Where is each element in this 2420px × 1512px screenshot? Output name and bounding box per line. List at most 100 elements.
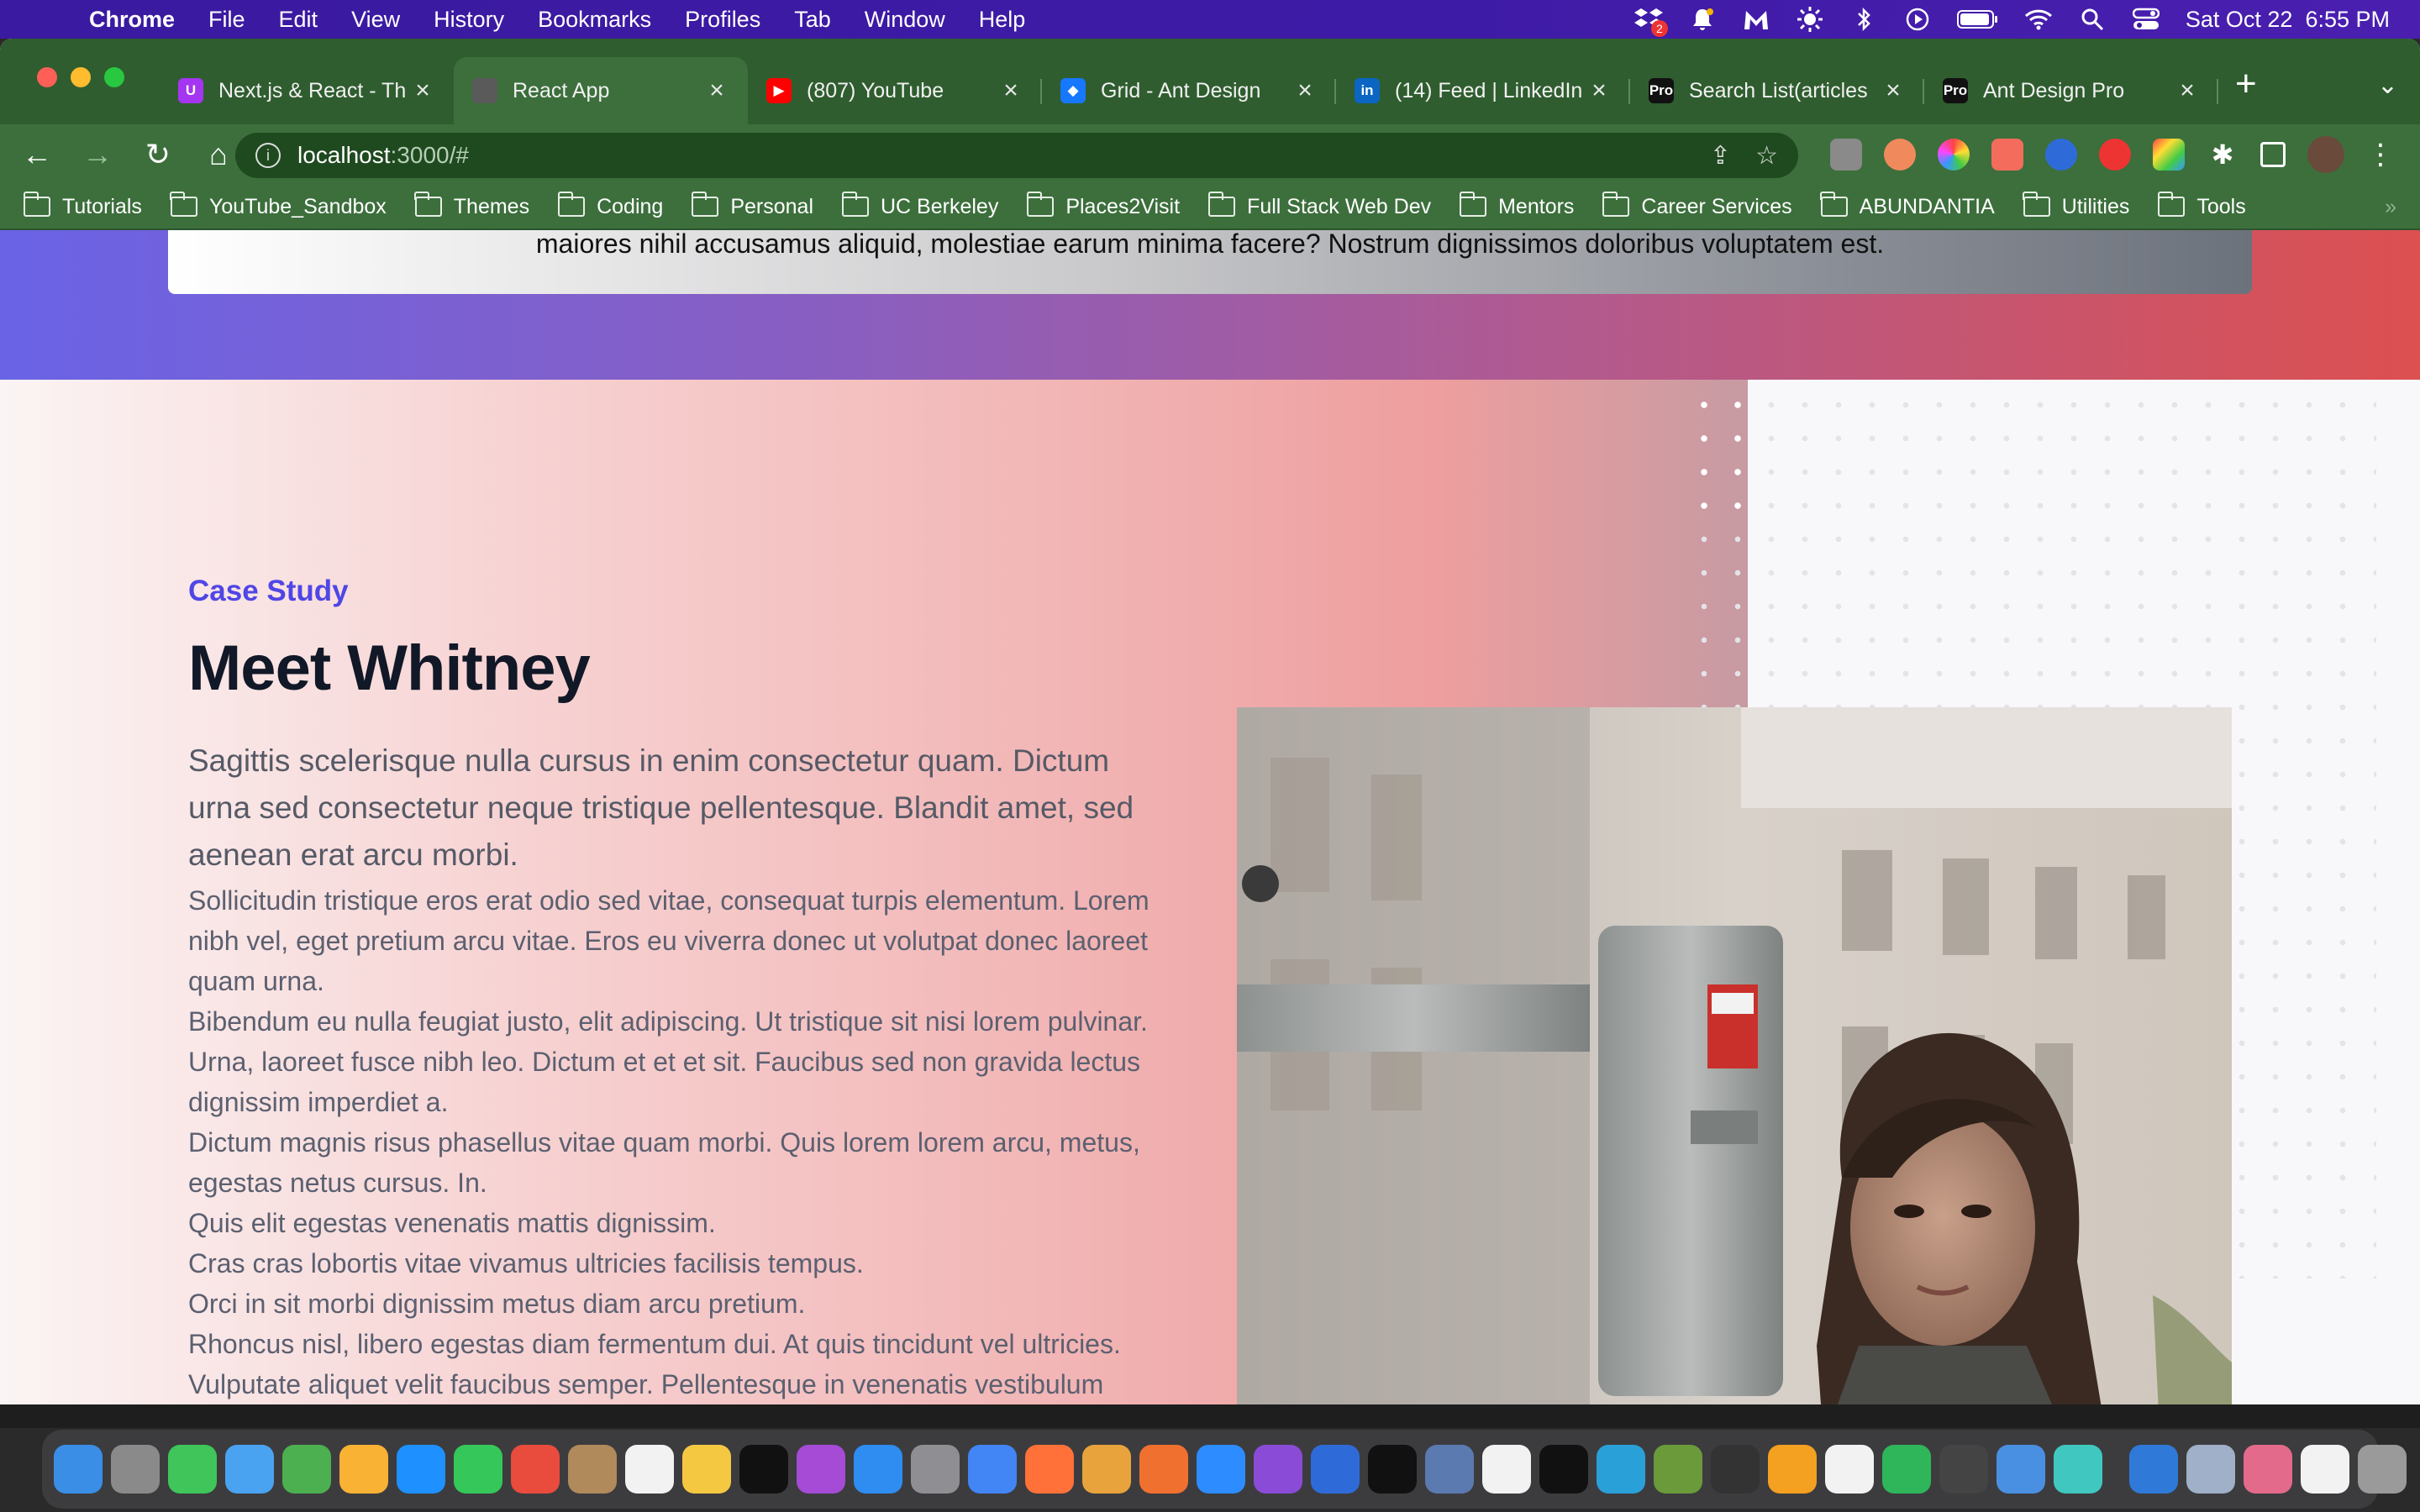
bluetooth-icon[interactable] xyxy=(1849,5,1878,34)
menu-bookmarks[interactable]: Bookmarks xyxy=(538,7,651,33)
new-tab-button[interactable]: + xyxy=(2235,66,2257,102)
back-arrow-icon[interactable]: ← xyxy=(7,137,67,172)
bookmark-folder[interactable]: Career Services xyxy=(1602,192,1792,219)
menu-history[interactable]: History xyxy=(434,7,504,33)
dock-app-icon[interactable] xyxy=(54,1445,103,1494)
bookmark-folder[interactable]: Tutorials xyxy=(23,192,142,219)
bookmark-folder[interactable]: UC Berkeley xyxy=(841,192,998,219)
menu-file[interactable]: File xyxy=(208,7,245,33)
battery-icon[interactable] xyxy=(1956,5,1999,34)
dock-app-icon[interactable] xyxy=(397,1445,445,1494)
close-tab-icon[interactable]: × xyxy=(410,76,435,105)
minimize-window-button[interactable] xyxy=(71,67,91,87)
bookmark-folder[interactable]: YouTube_Sandbox xyxy=(170,192,387,219)
dock-app-icon[interactable] xyxy=(111,1445,160,1494)
dock-app-icon[interactable] xyxy=(1996,1445,2045,1494)
dock-app-icon[interactable] xyxy=(1311,1445,1360,1494)
dock-app-icon[interactable] xyxy=(168,1445,217,1494)
dock-app-icon[interactable] xyxy=(911,1445,960,1494)
forward-arrow-icon[interactable]: → xyxy=(67,137,128,172)
notification-bell-icon[interactable] xyxy=(1688,5,1717,34)
dock-app-icon[interactable] xyxy=(2301,1445,2349,1494)
reload-icon[interactable]: ↻ xyxy=(128,137,188,172)
zoom-window-button[interactable] xyxy=(104,67,124,87)
dock-app-icon[interactable] xyxy=(1654,1445,1702,1494)
dock-app-icon[interactable] xyxy=(739,1445,788,1494)
brightness-icon[interactable] xyxy=(1796,5,1824,34)
control-center-icon[interactable] xyxy=(2132,5,2160,34)
bookmark-folder[interactable]: Mentors xyxy=(1459,192,1574,219)
close-tab-icon[interactable]: × xyxy=(1586,76,1612,105)
dock-app-icon[interactable] xyxy=(1939,1445,1988,1494)
dock-app-icon[interactable] xyxy=(225,1445,274,1494)
browser-tab[interactable]: U Next.js & React - Th × xyxy=(160,57,454,124)
close-tab-icon[interactable]: × xyxy=(998,76,1023,105)
menu-clock[interactable]: Sat Oct 22 6:55 PM xyxy=(2186,7,2390,33)
profile-avatar[interactable] xyxy=(2307,136,2344,173)
dock-app-icon[interactable] xyxy=(1254,1445,1302,1494)
dock-app-icon[interactable] xyxy=(568,1445,617,1494)
bookmark-folder[interactable]: Coding xyxy=(557,192,663,219)
menu-help[interactable]: Help xyxy=(979,7,1026,33)
dock-app-icon[interactable] xyxy=(1482,1445,1531,1494)
extensions-puzzle-icon[interactable]: ✱ xyxy=(2207,139,2238,171)
side-panel-icon[interactable] xyxy=(2260,142,2286,167)
bookmark-folder[interactable]: Full Stack Web Dev xyxy=(1207,192,1431,219)
browser-tab[interactable]: ◆ Grid - Ant Design × xyxy=(1042,57,1336,124)
browser-tab[interactable]: Pro Search List(articles × xyxy=(1630,57,1924,124)
browser-tab[interactable]: Pro Ant Design Pro × xyxy=(1924,57,2218,124)
dock-app-icon[interactable] xyxy=(2244,1445,2292,1494)
bookmark-folder[interactable]: Themes xyxy=(414,192,529,219)
menu-edit[interactable]: Edit xyxy=(279,7,318,33)
extension-icon-6[interactable] xyxy=(2099,139,2131,171)
dock-app-icon[interactable] xyxy=(2186,1445,2235,1494)
extension-icon-2[interactable] xyxy=(1884,139,1916,171)
bookmark-folder[interactable]: ABUNDANTIA xyxy=(1820,192,1995,219)
dock-app-icon[interactable] xyxy=(2129,1445,2178,1494)
tab-search-chevron-icon[interactable]: ⌄ xyxy=(2377,71,2398,100)
video-extension-icon[interactable] xyxy=(1991,139,2023,171)
dock-app-icon[interactable] xyxy=(1139,1445,1188,1494)
close-tab-icon[interactable]: × xyxy=(1292,76,1318,105)
color-picker-extension-icon[interactable] xyxy=(1938,139,1970,171)
malwarebytes-icon[interactable] xyxy=(1742,5,1770,34)
menu-app-name[interactable]: Chrome xyxy=(89,7,175,33)
dock-app-icon[interactable] xyxy=(1197,1445,1245,1494)
dock-app-icon[interactable] xyxy=(1768,1445,1817,1494)
menu-profiles[interactable]: Profiles xyxy=(685,7,760,33)
dock-app-icon[interactable] xyxy=(625,1445,674,1494)
bookmark-folder[interactable]: Places2Visit xyxy=(1026,192,1180,219)
dock-app-icon[interactable] xyxy=(968,1445,1017,1494)
dock-app-icon[interactable] xyxy=(1882,1445,1931,1494)
dock-app-icon[interactable] xyxy=(1825,1445,1874,1494)
dock-app-icon[interactable] xyxy=(1597,1445,1645,1494)
extension-icon-5[interactable] xyxy=(2045,139,2077,171)
dropbox-icon[interactable]: 2 xyxy=(1634,5,1668,37)
dock-app-icon[interactable] xyxy=(1425,1445,1474,1494)
dock-app-icon[interactable] xyxy=(854,1445,902,1494)
dock-app-icon[interactable] xyxy=(1711,1445,1760,1494)
play-circle-icon[interactable] xyxy=(1903,5,1932,34)
dock-app-icon[interactable] xyxy=(511,1445,560,1494)
bookmarks-overflow-icon[interactable]: » xyxy=(2385,195,2396,219)
chrome-menu-icon[interactable]: ⋮ xyxy=(2366,139,2395,171)
close-tab-icon[interactable]: × xyxy=(2175,76,2200,105)
dock-app-icon[interactable] xyxy=(282,1445,331,1494)
address-bar[interactable]: i localhost:3000/# ⇪ ☆ xyxy=(235,133,1798,178)
dock-app-icon[interactable] xyxy=(2358,1445,2407,1494)
site-info-icon[interactable]: i xyxy=(255,143,281,168)
screenshot-extension-icon[interactable] xyxy=(1830,139,1862,171)
close-tab-icon[interactable]: × xyxy=(1881,76,1906,105)
bookmark-folder[interactable]: Tools xyxy=(2157,192,2246,219)
dock-app-icon[interactable] xyxy=(1368,1445,1417,1494)
dock-app-icon[interactable] xyxy=(682,1445,731,1494)
browser-tab[interactable]: ▶ (807) YouTube × xyxy=(748,57,1042,124)
menu-window[interactable]: Window xyxy=(865,7,945,33)
spotlight-search-icon[interactable] xyxy=(2078,5,2107,34)
dock-app-icon[interactable] xyxy=(2054,1445,2102,1494)
share-icon[interactable]: ⇪ xyxy=(1710,141,1731,171)
menu-view[interactable]: View xyxy=(351,7,400,33)
close-tab-icon[interactable]: × xyxy=(704,76,729,105)
browser-tab[interactable]: in (14) Feed | LinkedIn × xyxy=(1336,57,1630,124)
dock-app-icon[interactable] xyxy=(339,1445,388,1494)
